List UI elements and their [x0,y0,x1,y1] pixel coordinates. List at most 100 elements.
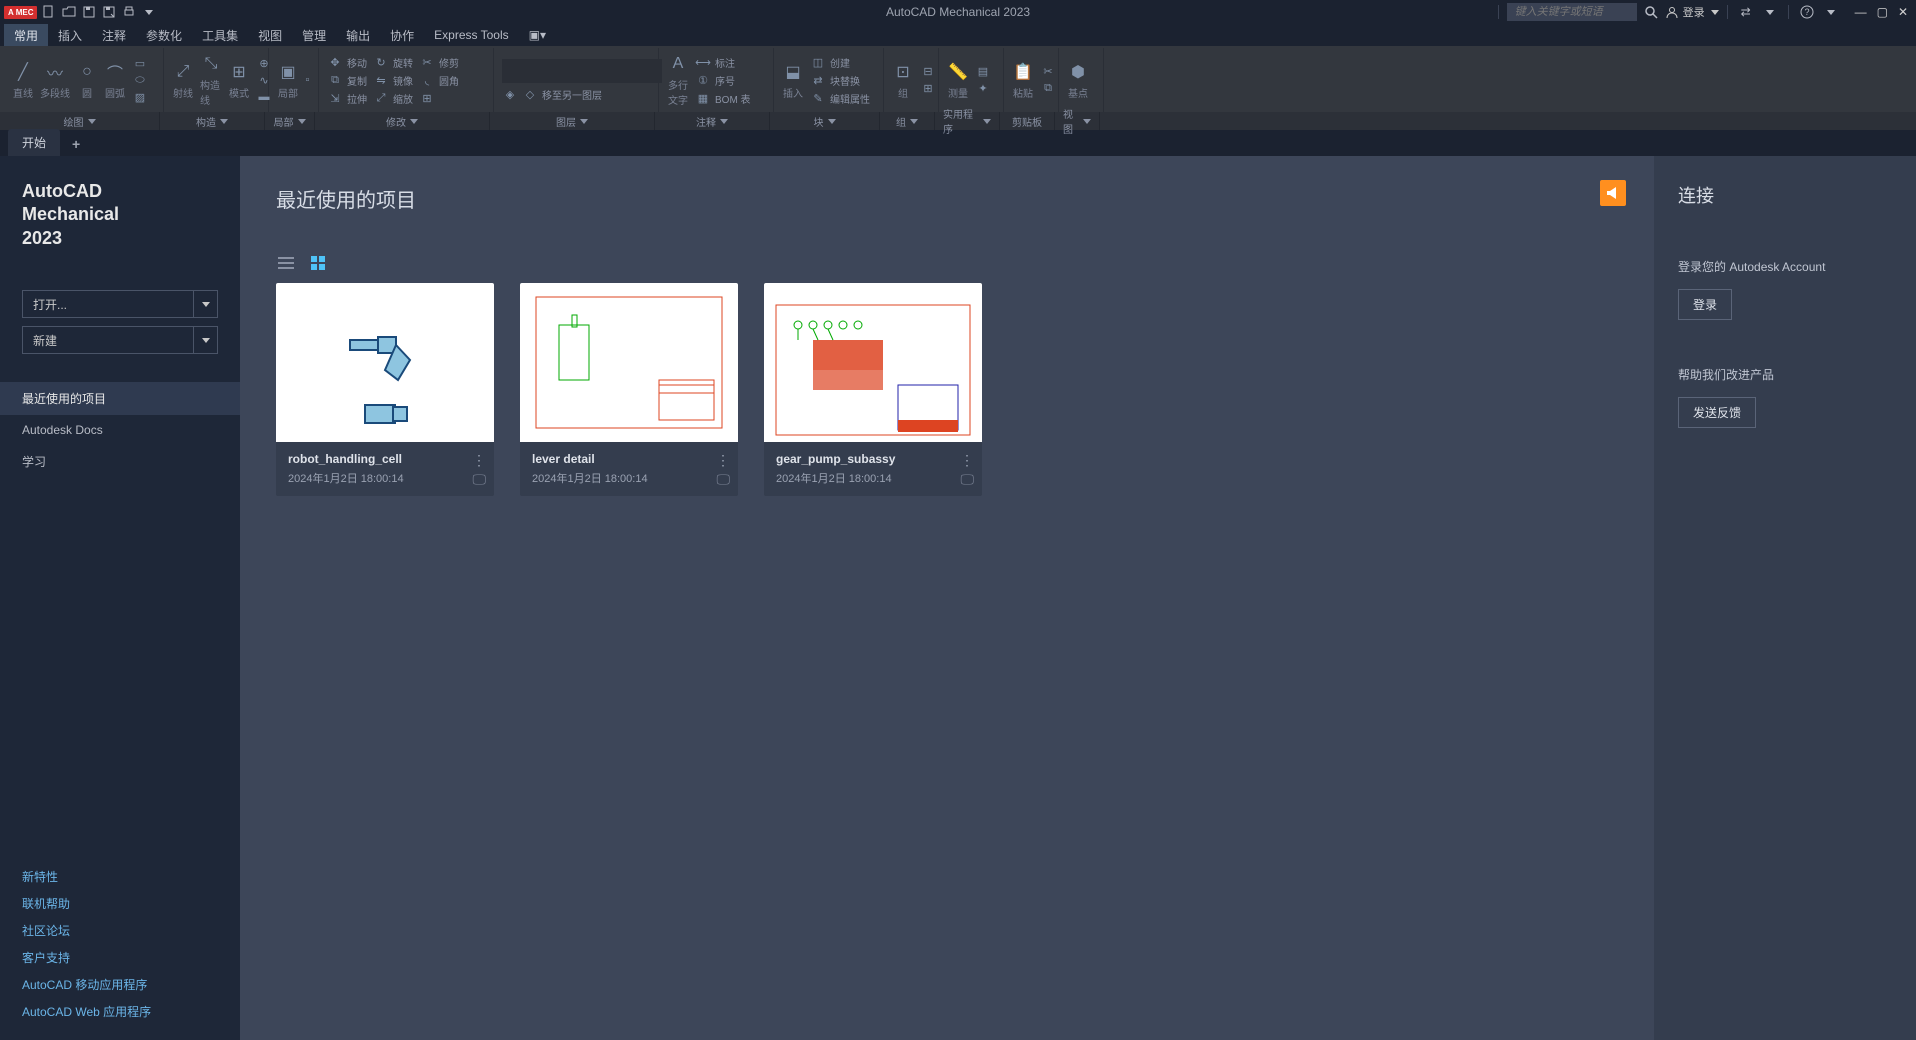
move-to-layer[interactable]: 移至另一图层 [542,87,602,102]
layer-dropdown[interactable] [502,59,662,83]
tool-mode[interactable]: ⊞模式 [228,61,250,100]
open-button[interactable]: 打开... [22,290,194,318]
panel-label-annotate[interactable]: 注释 [655,112,770,130]
grid-view-icon[interactable] [308,253,328,273]
menu-tab-common[interactable]: 常用 [4,24,48,46]
open-dropdown-icon[interactable] [194,290,218,318]
tool-cline[interactable]: ⤡构造线 [200,53,222,107]
dim-icon[interactable]: ⟷ [695,55,711,69]
tool-local[interactable]: ▣局部 [277,61,299,100]
close-icon[interactable]: ✕ [1898,5,1908,19]
maximize-icon[interactable]: ▢ [1877,5,1888,19]
card-recent-1[interactable]: robot_handling_cell 2024年1月2日 18:00:14 ⋮… [276,283,494,496]
tool-circle[interactable]: ○圆 [76,61,98,100]
qat-dropdown-icon[interactable] [141,4,157,20]
balloon-icon[interactable]: ① [695,73,711,87]
cut-icon[interactable]: ✂ [1040,65,1056,79]
exchange-icon[interactable]: ⇄ [1736,2,1756,22]
help-icon[interactable]: ? [1797,2,1817,22]
menu-tab-output[interactable]: 输出 [336,24,380,46]
link-mobile[interactable]: AutoCAD 移动应用程序 [22,976,218,993]
login-account-button[interactable]: 登录 [1678,289,1732,320]
tool-line[interactable]: ╱直线 [12,61,34,100]
login-button[interactable]: 登录 [1665,4,1719,20]
block-attr-icon[interactable]: ✎ [810,91,826,105]
tool-paste[interactable]: 📋粘贴 [1012,61,1034,100]
draw-small-2-icon[interactable]: ⬭ [132,73,148,87]
menu-tab-manage[interactable]: 管理 [292,24,336,46]
copy-icon[interactable]: ⧉ [327,73,343,87]
panel-label-draw[interactable]: 绘图 [0,112,160,130]
qat-print-icon[interactable] [121,4,137,20]
move-icon[interactable]: ✥ [327,55,343,69]
panel-label-group[interactable]: 组 [880,112,935,130]
draw-small-3-icon[interactable]: ▨ [132,90,148,104]
group-small-1-icon[interactable]: ⊟ [920,65,936,79]
layer-icon[interactable]: ◈ [502,87,518,101]
minimize-icon[interactable]: — [1855,5,1867,19]
menu-tab-parametric[interactable]: 参数化 [136,24,192,46]
tab-start[interactable]: 开始 [8,129,60,156]
trim-icon[interactable]: ✂ [419,56,435,70]
new-button[interactable]: 新建 [22,326,194,354]
qat-open-icon[interactable] [61,4,77,20]
tool-measure[interactable]: 📏测量 [947,61,969,100]
tool-arc[interactable]: ⌒圆弧 [104,61,126,100]
card-menu-icon-1[interactable]: ⋮ [472,452,486,469]
sidebar-item-recent[interactable]: 最近使用的项目 [0,382,240,415]
util-small-1-icon[interactable]: ▤ [975,65,991,79]
scale-icon[interactable]: ⤢ [373,91,389,105]
cart-dropdown-icon[interactable] [1760,2,1780,22]
block-replace-icon[interactable]: ⇄ [810,73,826,87]
announcement-icon[interactable] [1600,180,1626,206]
menu-tab-collab[interactable]: 协作 [380,24,424,46]
qat-new-icon[interactable] [41,4,57,20]
util-small-2-icon[interactable]: ✦ [975,82,991,96]
mirror-icon[interactable]: ⇋ [373,73,389,87]
tool-ray[interactable]: ⤢射线 [172,61,194,100]
rotate-icon[interactable]: ↻ [373,55,389,69]
tool-base[interactable]: ⬢基点 [1067,61,1089,100]
link-onlinehelp[interactable]: 联机帮助 [22,895,218,912]
qat-saveas-icon[interactable] [101,4,117,20]
panel-label-local[interactable]: 局部 [265,112,315,130]
new-dropdown-icon[interactable] [194,326,218,354]
link-forum[interactable]: 社区论坛 [22,922,218,939]
menu-tab-extra-icon[interactable]: ▣▾ [519,24,556,46]
menu-tab-view[interactable]: 视图 [248,24,292,46]
menu-tab-toolset[interactable]: 工具集 [192,24,248,46]
panel-label-modify[interactable]: 修改 [315,112,490,130]
card-recent-2[interactable]: lever detail 2024年1月2日 18:00:14 ⋮ 🖵 [520,283,738,496]
tool-polyline[interactable]: 〰多段线 [40,61,70,100]
panel-label-layer[interactable]: 图层 [490,112,655,130]
panel-label-construct[interactable]: 构造 [160,112,265,130]
tool-insert[interactable]: ⬓插入 [782,61,804,100]
draw-small-1-icon[interactable]: ▭ [132,56,148,70]
link-whatsnew[interactable]: 新特性 [22,868,218,885]
link-web[interactable]: AutoCAD Web 应用程序 [22,1003,218,1020]
panel-label-clipboard[interactable]: 剪贴板 [1000,112,1055,130]
link-support[interactable]: 客户支持 [22,949,218,966]
search-input[interactable] [1507,3,1637,21]
fillet-icon[interactable]: ◟ [419,74,435,88]
group-small-2-icon[interactable]: ⊞ [920,82,936,96]
card-menu-icon-3[interactable]: ⋮ [960,452,974,469]
menu-tab-annotate[interactable]: 注释 [92,24,136,46]
feedback-button[interactable]: 发送反馈 [1678,397,1756,428]
panel-label-view[interactable]: 视图 [1055,112,1100,130]
card-menu-icon-2[interactable]: ⋮ [716,452,730,469]
list-view-icon[interactable] [276,253,296,273]
help-dropdown-icon[interactable] [1821,2,1841,22]
sidebar-item-learn[interactable]: 学习 [0,445,240,478]
bom-icon[interactable]: ▦ [695,91,711,105]
panel-label-utility[interactable]: 实用程序 [935,112,1000,130]
copy-clip-icon[interactable]: ⧉ [1040,82,1056,96]
tool-mtext[interactable]: A多行 文字 [667,53,689,107]
block-create-icon[interactable]: ◫ [810,55,826,69]
card-recent-3[interactable]: gear_pump_subassy 2024年1月2日 18:00:14 ⋮ 🖵 [764,283,982,496]
tool-group[interactable]: ⊡组 [892,61,914,100]
panel-label-block[interactable]: 块 [770,112,880,130]
layer-off-icon[interactable]: ◇ [522,87,538,101]
array-icon[interactable]: ⊞ [419,91,435,105]
sidebar-item-docs[interactable]: Autodesk Docs [0,415,240,445]
